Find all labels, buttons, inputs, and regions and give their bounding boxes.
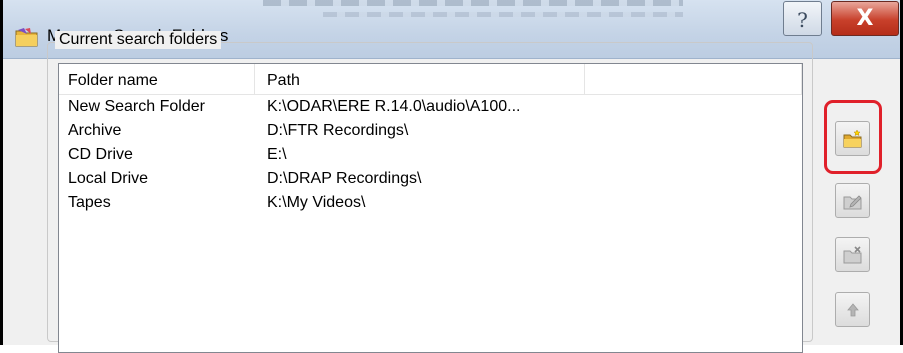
- add-button-highlight: [824, 100, 882, 174]
- folder-name-cell: CD Drive: [68, 146, 133, 163]
- edit-folder-icon: [843, 195, 862, 210]
- search-folders-list[interactable]: Folder name Path New Search Folder K:\OD…: [58, 63, 803, 353]
- manage-search-folders-dialog: Manage Search Folders ? X Current search…: [0, 0, 903, 353]
- folder-name-cell: Local Drive: [68, 170, 149, 187]
- table-row[interactable]: Tapes K:\My Videos\: [59, 191, 802, 215]
- path-cell: K:\My Videos\: [267, 194, 366, 211]
- help-button[interactable]: ?: [783, 1, 822, 36]
- close-button[interactable]: X: [831, 1, 899, 36]
- column-header-empty[interactable]: [585, 64, 802, 94]
- path-cell: D:\DRAP Recordings\: [267, 170, 422, 187]
- group-label: Current search folders: [55, 31, 222, 49]
- table-row[interactable]: Archive D:\FTR Recordings\: [59, 119, 802, 143]
- folder-name-cell: Tapes: [68, 194, 111, 211]
- search-folders-app-icon: [15, 28, 38, 47]
- path-cell: E:\: [267, 146, 287, 163]
- help-icon: ?: [797, 8, 808, 32]
- edit-folder-button[interactable]: [835, 183, 870, 218]
- folder-name-cell: New Search Folder: [68, 98, 205, 115]
- table-row[interactable]: CD Drive E:\: [59, 143, 802, 167]
- column-header-path[interactable]: Path: [255, 64, 585, 94]
- path-cell: D:\FTR Recordings\: [267, 122, 409, 139]
- delete-folder-button[interactable]: [835, 237, 870, 272]
- background-window-text: [263, 0, 683, 6]
- list-header: Folder name Path: [59, 64, 802, 95]
- delete-folder-icon: [843, 246, 862, 264]
- table-row[interactable]: Local Drive D:\DRAP Recordings\: [59, 167, 802, 191]
- folder-name-cell: Archive: [68, 122, 122, 139]
- arrow-up-icon: [847, 303, 859, 317]
- path-cell: K:\ODAR\ERE R.14.0\audio\A100...: [267, 98, 521, 115]
- close-icon: X: [856, 6, 874, 31]
- background-window-text-2: [323, 12, 683, 17]
- table-row[interactable]: New Search Folder K:\ODAR\ERE R.14.0\aud…: [59, 95, 802, 119]
- column-header-folder-name[interactable]: Folder name: [59, 64, 255, 94]
- move-up-button[interactable]: [835, 292, 870, 327]
